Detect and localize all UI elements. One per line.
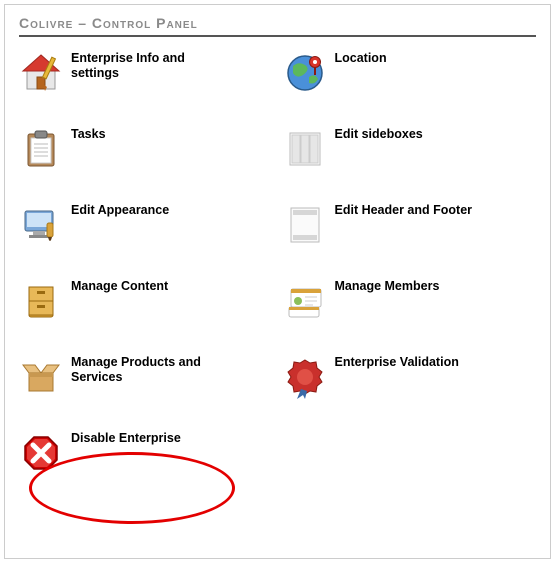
open-box-icon [19, 355, 63, 399]
monitor-brush-icon [19, 203, 63, 247]
option-label: Manage Members [335, 279, 440, 294]
option-label: Edit sideboxes [335, 127, 423, 142]
option-enterprise-validation[interactable]: Enterprise Validation [283, 355, 537, 403]
title-underline [19, 35, 536, 37]
panel-title: Colivre – Control Panel [19, 15, 536, 35]
drawer-icon [19, 279, 63, 323]
option-location[interactable]: Location [283, 51, 537, 99]
option-label: Tasks [71, 127, 106, 142]
option-tasks[interactable]: Tasks [19, 127, 273, 175]
page-header-footer-icon [283, 203, 327, 247]
globe-pin-icon [283, 51, 327, 95]
option-enterprise-info[interactable]: Enterprise Info and settings [19, 51, 273, 99]
clipboard-icon [19, 127, 63, 171]
option-label: Enterprise Info and settings [71, 51, 221, 81]
seal-ribbon-icon [283, 355, 327, 399]
option-manage-content[interactable]: Manage Content [19, 279, 273, 327]
option-label: Edit Appearance [71, 203, 169, 218]
option-label: Edit Header and Footer [335, 203, 473, 218]
house-tools-icon [19, 51, 63, 95]
option-edit-sideboxes[interactable]: Edit sideboxes [283, 127, 537, 175]
option-manage-members[interactable]: Manage Members [283, 279, 537, 327]
option-edit-appearance[interactable]: Edit Appearance [19, 203, 273, 251]
option-label: Manage Content [71, 279, 168, 294]
option-edit-header-footer[interactable]: Edit Header and Footer [283, 203, 537, 251]
id-cards-icon [283, 279, 327, 323]
option-label: Disable Enterprise [71, 431, 181, 446]
control-panel: Colivre – Control Panel Enterprise Info … [4, 4, 551, 559]
option-label: Enterprise Validation [335, 355, 459, 370]
options-grid: Enterprise Info and settings Location [19, 45, 536, 479]
option-disable-enterprise[interactable]: Disable Enterprise [19, 431, 273, 479]
option-label: Location [335, 51, 387, 66]
option-label: Manage Products and Services [71, 355, 221, 385]
option-manage-products[interactable]: Manage Products and Services [19, 355, 273, 403]
stop-x-icon [19, 431, 63, 475]
columns-icon [283, 127, 327, 171]
